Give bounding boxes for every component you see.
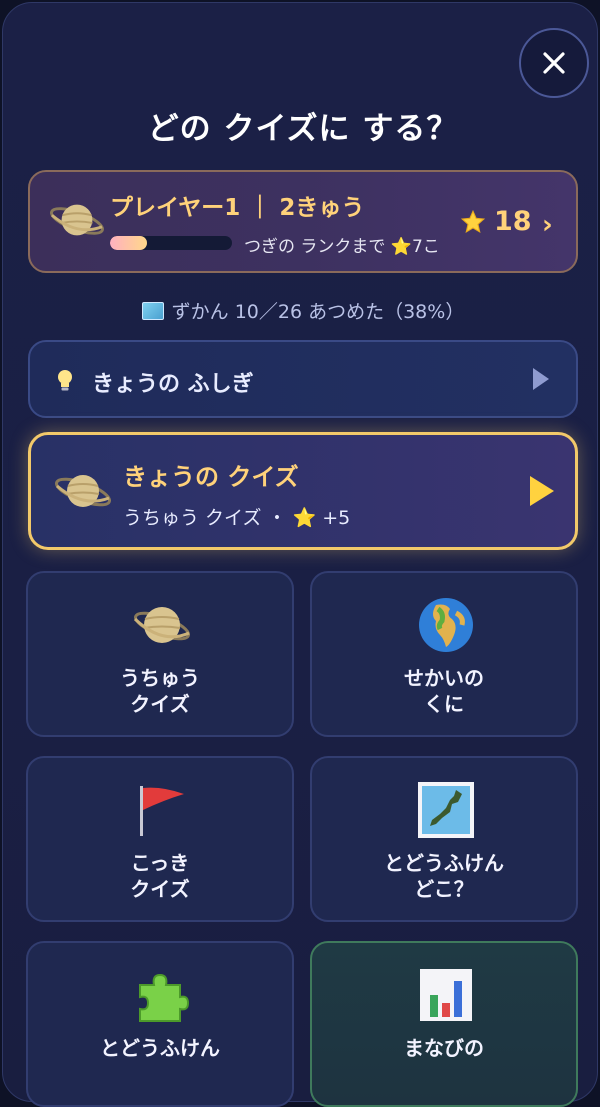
- lightbulb-icon: [58, 370, 72, 391]
- rank-progress-bar: [110, 236, 232, 250]
- collection-text: ずかん 10／26 あつめた（38%）: [171, 301, 465, 323]
- tile-learning-record[interactable]: まなびの: [310, 941, 578, 1107]
- daily-quiz-subtitle: うちゅう クイズ ・ ⭐ +5: [123, 507, 351, 529]
- puzzle-icon: [139, 973, 190, 1022]
- daily-wonder-button[interactable]: きょうの ふしぎ: [28, 340, 578, 418]
- star-count-value: 18: [494, 206, 532, 237]
- saturn-icon: [55, 475, 111, 507]
- tile-flag-quiz[interactable]: こっき クイズ: [26, 756, 294, 922]
- next-rank-text: つぎの ランクまで ⭐7こ: [244, 237, 440, 257]
- daily-quiz-title: きょうの クイズ: [123, 463, 299, 491]
- player-status-card[interactable]: プレイヤー1 ｜ 2きゅう つぎの ランクまで ⭐7こ 18 ›: [28, 170, 578, 273]
- page-title: どの クイズに する？: [147, 111, 459, 147]
- player-name-rank: プレイヤー1 ｜ 2きゅう: [110, 195, 365, 221]
- saturn-icon: [50, 204, 104, 236]
- tile-prefecture-puzzle[interactable]: とどうふけん: [26, 941, 294, 1107]
- tile-label: まなびの: [404, 1036, 484, 1060]
- daily-quiz-button[interactable]: きょうの クイズ うちゅう クイズ ・ ⭐ +5: [28, 432, 578, 550]
- tile-space-quiz[interactable]: うちゅう クイズ: [26, 571, 294, 737]
- saturn-icon: [133, 607, 190, 643]
- chevron-right-icon: ›: [542, 210, 553, 240]
- star-count: 18: [460, 206, 532, 237]
- map-icon: [141, 302, 164, 320]
- tile-label: せかいの くに: [404, 666, 484, 716]
- japan-map-icon: [418, 782, 474, 838]
- tile-label: こっき クイズ: [130, 851, 190, 901]
- rank-progress-fill: [110, 236, 147, 250]
- play-icon: [530, 476, 554, 506]
- tile-label: とどうふけん どこ？: [384, 851, 504, 901]
- tile-world-countries[interactable]: せかいの くに: [310, 571, 578, 737]
- tile-label: とどうふけん: [100, 1036, 220, 1060]
- close-button[interactable]: [519, 28, 589, 98]
- close-icon: [543, 52, 565, 74]
- collection-progress: ずかん 10／26 あつめた（38%）: [3, 297, 600, 324]
- tile-prefecture-where[interactable]: とどうふけん どこ？: [310, 756, 578, 922]
- daily-wonder-label: きょうの ふしぎ: [92, 372, 254, 397]
- flag-icon: [140, 786, 184, 836]
- bar-chart-icon: [420, 969, 472, 1021]
- tile-label: うちゅう クイズ: [120, 666, 200, 716]
- quiz-select-sheet: どの クイズに する？ プレイヤー1 ｜ 2きゅう つぎの ランクまで ⭐7こ …: [2, 2, 600, 1107]
- globe-icon: [419, 598, 473, 652]
- play-icon: [533, 368, 549, 390]
- star-icon: [460, 209, 486, 233]
